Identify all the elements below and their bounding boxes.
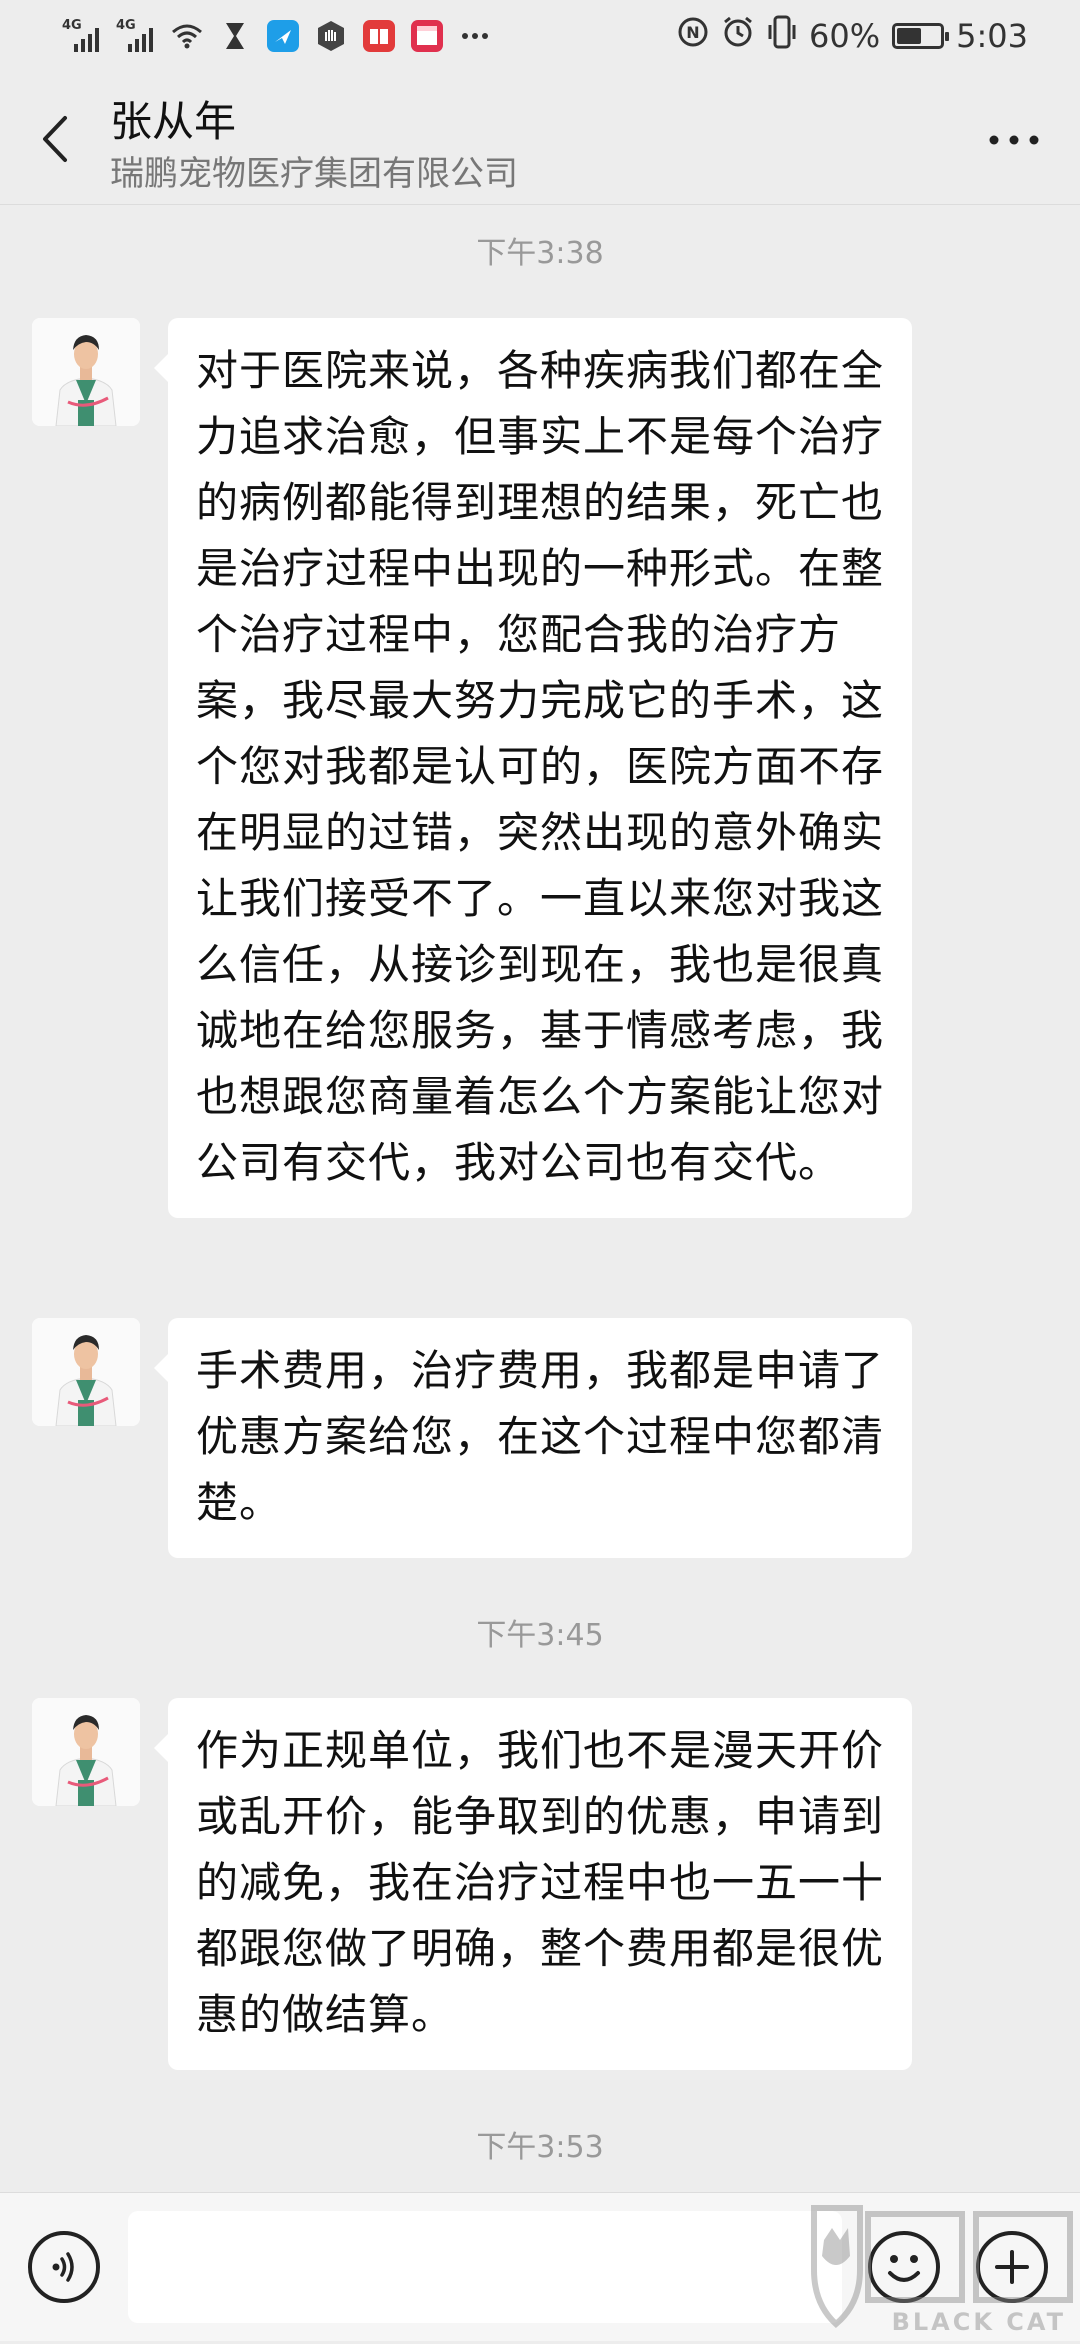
signal-icon: 4G xyxy=(116,18,156,54)
message-input[interactable] xyxy=(128,2211,842,2323)
avatar[interactable] xyxy=(32,318,140,426)
chat-header: 张从年 瑞鹏宠物医疗集团有限公司 xyxy=(0,72,1080,205)
battery-fill xyxy=(897,28,922,44)
more-horizontal-icon xyxy=(989,135,1039,145)
contact-name: 张从年 xyxy=(110,97,237,146)
more-notifications-icon xyxy=(458,19,492,53)
hand-icon xyxy=(314,19,348,53)
vibrate-icon xyxy=(767,15,797,57)
battery-percent: 60% xyxy=(809,17,881,55)
message-bubble[interactable]: 手术费用，治疗费用，我都是申请了优惠方案给您，在这个过程中您都清楚。 xyxy=(154,1318,912,1558)
avatar[interactable] xyxy=(32,1318,140,1426)
clock: 5:03 xyxy=(956,17,1028,55)
hourglass-icon xyxy=(218,19,252,53)
status-icons-right: N 60% 5:03 xyxy=(677,14,1028,58)
nfc-icon: N xyxy=(677,16,709,56)
back-button[interactable] xyxy=(30,104,78,174)
more-options-button[interactable] xyxy=(978,116,1050,164)
contact-company: 瑞鹏宠物医疗集团有限公司 xyxy=(110,154,518,194)
doctor-avatar-image xyxy=(32,1318,140,1426)
status-icons-left: 4G 4G xyxy=(62,14,492,58)
message-bubble[interactable]: 作为正规单位，我们也不是漫天开价或乱开价，能争取到的优惠，申请到的减免，我在治疗… xyxy=(154,1698,912,2070)
battery-icon xyxy=(892,23,950,49)
app-notification-icon xyxy=(266,19,300,53)
message-timestamp: 下午3:45 xyxy=(476,1618,604,1653)
plus-icon xyxy=(995,2250,1029,2284)
message-bubble[interactable]: 对于医院来说，各种疾病我们都在全力追求治愈，但事实上不是每个治疗的病例都能得到理… xyxy=(154,318,912,1218)
voice-icon xyxy=(52,2252,74,2282)
doctor-avatar-image xyxy=(32,1698,140,1806)
status-bar: 4G 4G N 60% 5:03 xyxy=(0,0,1080,72)
wifi-icon xyxy=(170,19,204,53)
emoji-button[interactable] xyxy=(868,2231,940,2303)
signal-icon: 4G xyxy=(62,18,102,54)
svg-text:N: N xyxy=(686,23,699,42)
emoji-icon xyxy=(888,2255,920,2282)
doctor-avatar-image xyxy=(32,318,140,426)
chevron-left-icon xyxy=(43,116,67,162)
alarm-icon xyxy=(721,15,755,57)
avatar[interactable] xyxy=(32,1698,140,1806)
input-bar xyxy=(0,2192,1080,2341)
message-timestamp: 下午3:53 xyxy=(476,2130,604,2165)
book-icon xyxy=(362,19,396,53)
message-timestamp: 下午3:38 xyxy=(476,236,604,271)
more-functions-button[interactable] xyxy=(976,2231,1048,2303)
calendar-icon xyxy=(410,19,444,53)
voice-input-button[interactable] xyxy=(28,2231,100,2303)
